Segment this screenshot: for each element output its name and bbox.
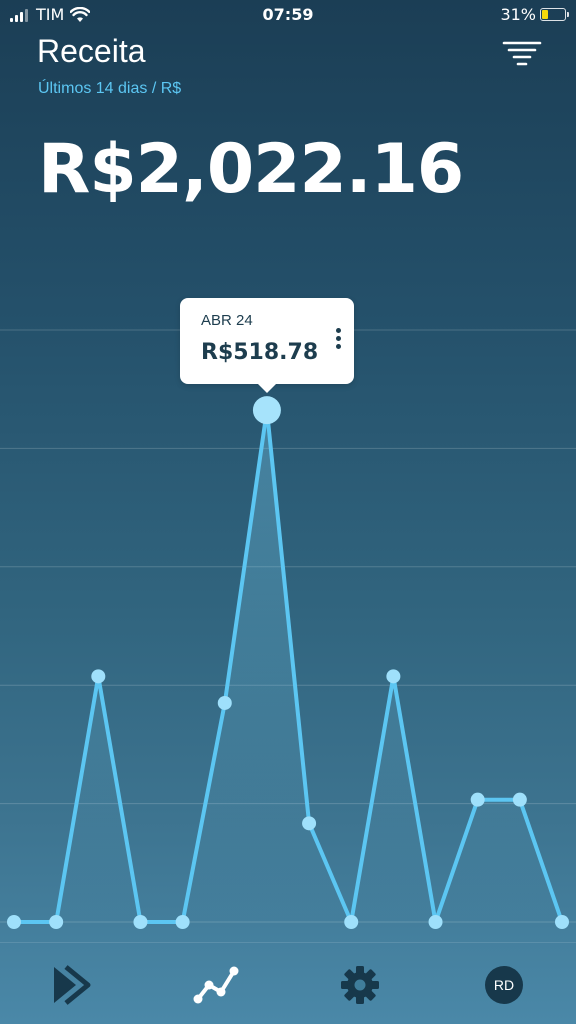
chart-point[interactable] — [91, 669, 106, 684]
chart-point[interactable] — [470, 792, 485, 807]
chart-point[interactable] — [49, 915, 64, 929]
settings-icon — [341, 966, 379, 1004]
chart-point-selected[interactable] — [252, 396, 281, 425]
chart-point[interactable] — [386, 669, 401, 684]
avatar: RD — [485, 966, 523, 1004]
tooltip-date: ABR 24 — [201, 312, 253, 329]
tab-forward[interactable] — [48, 961, 96, 1009]
tab-analytics[interactable] — [192, 961, 240, 1009]
chart-point[interactable] — [512, 792, 527, 807]
chart-tooltip[interactable]: ABR 24 R$518.78 — [180, 298, 354, 393]
chart-point[interactable] — [175, 915, 190, 929]
chart-point[interactable] — [217, 695, 232, 710]
revenue-screen: TIM 07:59 31% Receita Últimos 14 dias / … — [0, 0, 576, 1024]
chart-point[interactable] — [428, 915, 443, 929]
chart-point[interactable] — [344, 915, 359, 929]
chart-point[interactable] — [555, 915, 569, 929]
analytics-icon — [193, 966, 239, 1004]
tooltip-value: R$518.78 — [201, 340, 319, 365]
chart-point[interactable] — [7, 915, 21, 929]
chart-area — [14, 410, 562, 922]
revenue-chart[interactable] — [0, 0, 576, 1024]
chart-point[interactable] — [133, 915, 148, 929]
tab-profile[interactable]: RD — [480, 961, 528, 1009]
more-vertical-icon[interactable] — [334, 328, 342, 354]
tab-bar: RD — [0, 942, 576, 1024]
chart-point[interactable] — [302, 816, 317, 831]
forward-icon — [54, 965, 91, 1005]
tab-settings[interactable] — [336, 961, 384, 1009]
